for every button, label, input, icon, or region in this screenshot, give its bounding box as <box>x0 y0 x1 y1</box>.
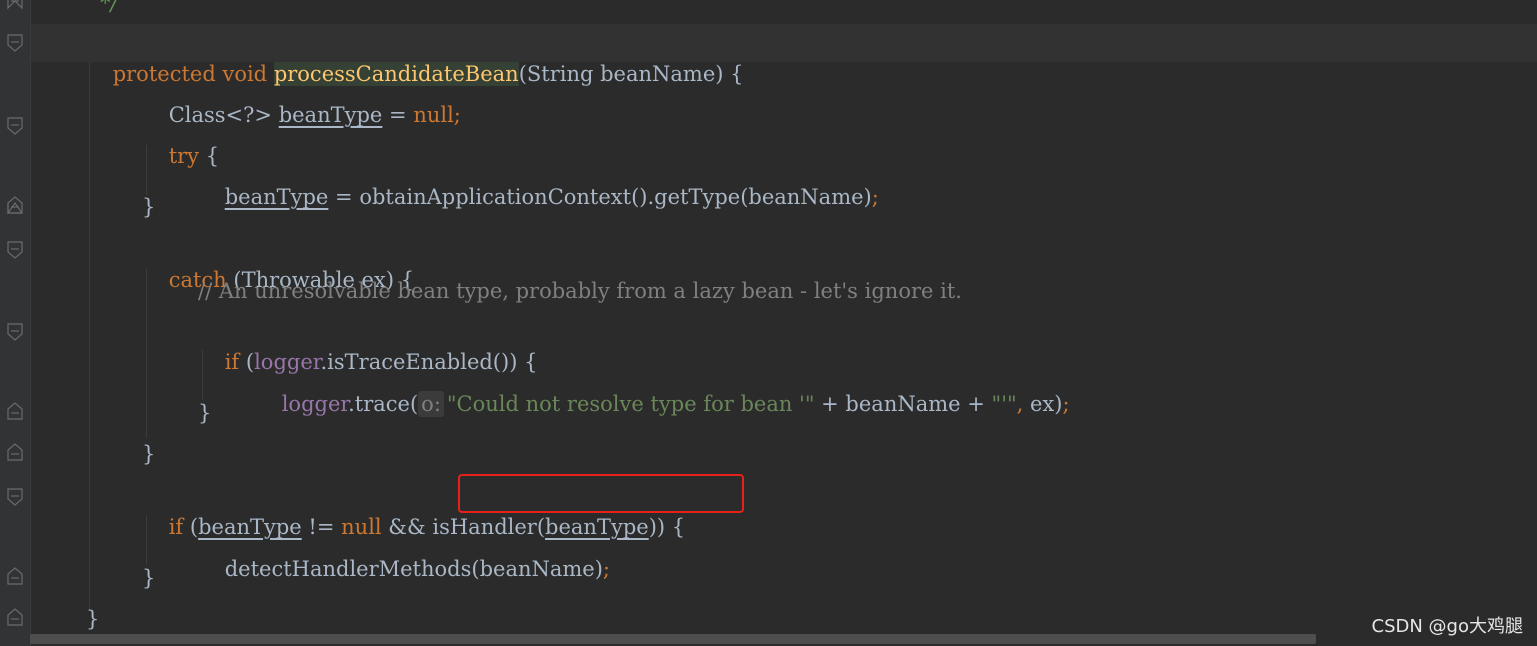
keyword: if <box>224 350 240 374</box>
semicolon: ; <box>453 103 461 127</box>
null-token: null <box>413 103 454 127</box>
horizontal-scrollbar[interactable] <box>30 634 1316 644</box>
expression: = obtainApplicationContext().getType(bea… <box>328 185 872 209</box>
watermark: CSDN @go大鸡腿 <box>1371 616 1523 637</box>
operator-token: = <box>382 103 414 127</box>
argument: ex) <box>1023 392 1063 416</box>
code-line-13[interactable]: detectHandlerMethods(beanName); <box>198 524 610 581</box>
code-line-5[interactable]: } <box>142 192 155 222</box>
fold-end-icon[interactable] <box>6 195 24 215</box>
indent-guide <box>89 62 90 610</box>
fold-start-icon[interactable] <box>6 240 24 260</box>
code-line-3[interactable]: try { <box>142 111 219 168</box>
editor-gutter <box>0 0 31 646</box>
fold-start-icon[interactable] <box>6 487 24 507</box>
code-line-9[interactable]: logger.trace(o: "Could not resolve type f… <box>255 359 1070 417</box>
code-line-6[interactable]: catch (Throwable ex) { <box>142 235 414 292</box>
method-call: .trace( <box>348 392 419 416</box>
variable-token: beanType <box>278 103 383 127</box>
highlight-annotation-box <box>458 474 744 513</box>
comment-end: */ <box>100 0 118 15</box>
paren: )) { <box>648 515 686 539</box>
code-line-14[interactable]: } <box>142 563 155 593</box>
semicolon: ; <box>871 185 879 209</box>
keyword: if <box>168 515 184 539</box>
fold-end-icon[interactable] <box>6 566 24 586</box>
string-literal: "Could not resolve type for bean '" <box>446 392 815 416</box>
keyword: try <box>168 144 200 168</box>
variable-token: beanType <box>224 185 329 209</box>
fold-end-icon[interactable] <box>6 607 24 627</box>
concat: + beanName + <box>814 392 992 416</box>
fold-end-icon[interactable] <box>6 442 24 462</box>
fold-start-icon[interactable] <box>6 33 24 53</box>
paren: ( <box>183 515 199 539</box>
method-params: (String beanName) { <box>518 62 744 86</box>
code-line-8[interactable]: if (logger.isTraceEnabled()) { <box>198 317 538 374</box>
code-line-1[interactable]: protected void processCandidateBean(Stri… <box>86 29 743 86</box>
semicolon: ; <box>1062 392 1070 416</box>
semicolon: ; <box>602 557 610 581</box>
fold-start-icon[interactable] <box>6 116 24 136</box>
string-literal: "'" <box>991 392 1017 416</box>
code-line-7[interactable]: // An unresolvable bean type, probably f… <box>198 276 962 306</box>
fold-end-icon[interactable] <box>6 0 24 12</box>
field-token: logger <box>281 392 349 416</box>
code-line-10[interactable]: } <box>198 398 211 428</box>
code-line-4[interactable]: beanType = obtainApplicationContext().ge… <box>198 152 879 209</box>
code-line-2[interactable]: Class<?> beanType = null; <box>142 70 461 127</box>
code-line-11[interactable]: } <box>142 439 155 469</box>
fold-start-icon[interactable] <box>6 322 24 342</box>
parameter-hint: o: <box>418 391 444 417</box>
fold-end-icon[interactable] <box>6 401 24 421</box>
paren: ( <box>239 350 255 374</box>
method-call: detectHandlerMethods(beanName) <box>224 557 603 581</box>
code-line-15[interactable]: } <box>86 604 99 634</box>
